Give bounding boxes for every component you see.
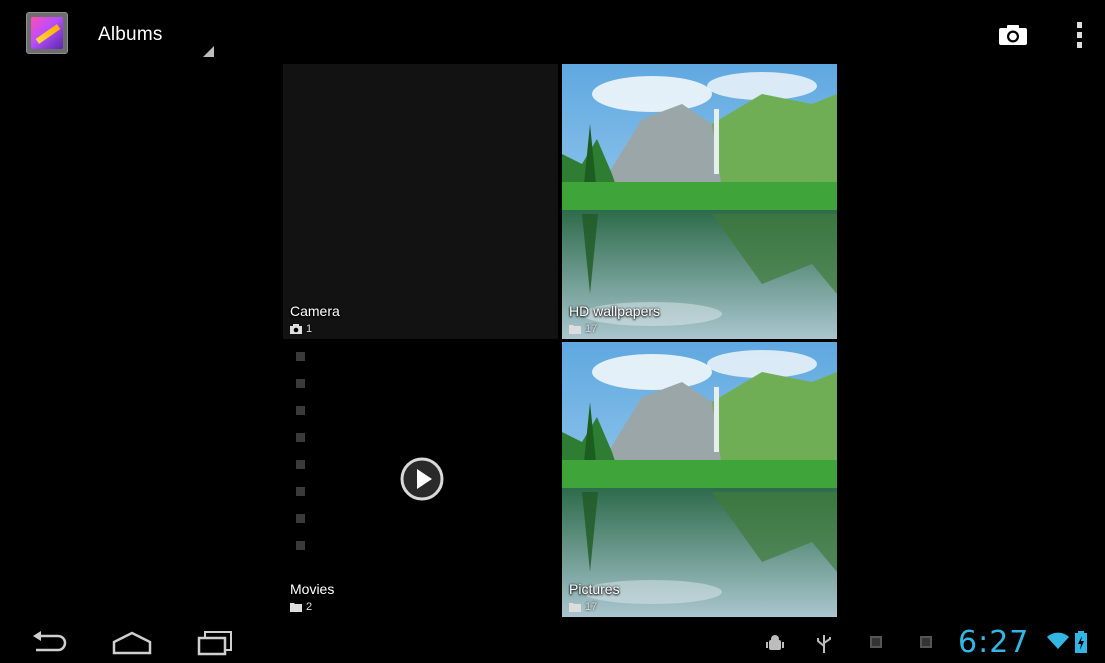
album-count: 1 xyxy=(306,323,313,335)
usb-icon[interactable] xyxy=(815,634,833,659)
album-count: 2 xyxy=(306,601,313,613)
album-count: 17 xyxy=(585,601,598,613)
back-icon[interactable] xyxy=(30,630,68,661)
film-strip xyxy=(296,352,305,568)
action-bar: Albums xyxy=(0,0,1105,60)
status-clock[interactable]: 6:27 xyxy=(958,625,1029,660)
album-tile-movies[interactable]: Movies 2 xyxy=(283,342,558,617)
system-bar: 6:27 xyxy=(0,622,1105,663)
album-thumbnail xyxy=(562,342,837,617)
android-debug-icon[interactable] xyxy=(765,634,785,659)
album-name: Movies xyxy=(290,581,335,597)
battery-charging-icon[interactable] xyxy=(1075,631,1087,658)
album-tile-hd-wallpapers[interactable]: HD wallpapers 17 xyxy=(562,64,837,339)
album-tile-camera[interactable]: Camera 1 xyxy=(283,64,558,339)
folder-icon xyxy=(290,602,302,612)
notification-icon[interactable] xyxy=(918,634,934,655)
album-count: 17 xyxy=(585,323,598,335)
recent-apps-icon[interactable] xyxy=(195,630,235,661)
gallery-icon[interactable] xyxy=(26,12,68,54)
album-name: HD wallpapers xyxy=(569,303,661,319)
home-icon[interactable] xyxy=(111,630,153,661)
album-tile-pictures[interactable]: Pictures 17 xyxy=(562,342,837,617)
album-name: Camera xyxy=(290,303,340,319)
folder-icon xyxy=(569,324,581,334)
wifi-icon[interactable] xyxy=(1047,632,1069,655)
notification-icon[interactable] xyxy=(868,634,884,655)
page-title[interactable]: Albums xyxy=(98,24,163,46)
camera-icon[interactable] xyxy=(998,24,1028,46)
folder-icon xyxy=(569,602,581,612)
dropdown-indicator-icon[interactable] xyxy=(203,46,214,57)
album-thumbnail xyxy=(562,64,837,339)
play-icon[interactable] xyxy=(399,456,445,502)
album-name: Pictures xyxy=(569,581,620,597)
camera-icon xyxy=(290,324,302,334)
overflow-menu-icon[interactable] xyxy=(1069,20,1089,50)
